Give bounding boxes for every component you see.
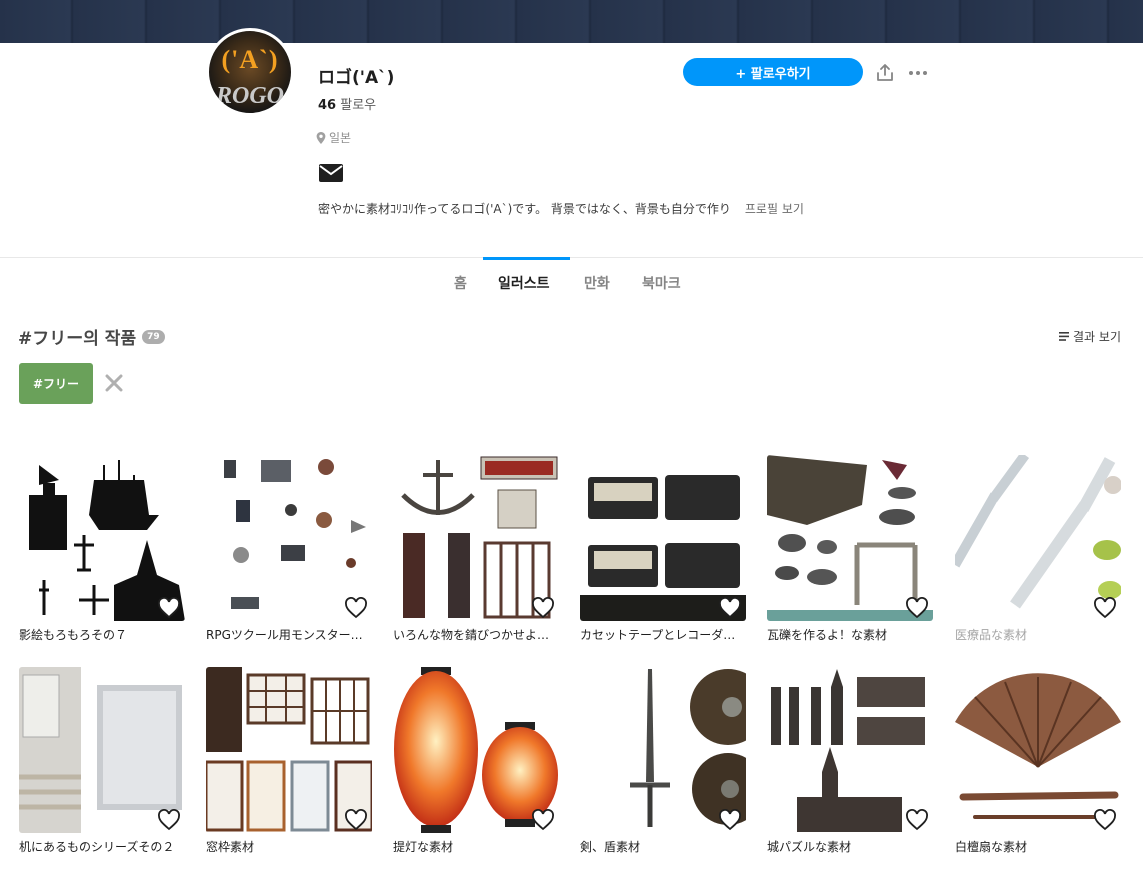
mail-icon[interactable] <box>319 164 343 182</box>
follow-count-number: 46 <box>318 98 337 113</box>
heart-icon[interactable] <box>157 597 181 619</box>
list-icon <box>1059 332 1070 341</box>
work-thumbnail[interactable] <box>19 455 185 621</box>
tab-bookmarks[interactable]: 북마크 <box>642 273 681 293</box>
work-thumbnail[interactable] <box>767 667 933 833</box>
work-card[interactable]: RPGツクール用モンスター素材 <box>206 455 372 643</box>
work-thumbnail[interactable] <box>206 455 372 621</box>
heart-icon[interactable] <box>344 597 368 619</box>
follow-count-label: 팔로우 <box>340 98 377 113</box>
work-title[interactable]: カセットテープとレコーダー素材 <box>580 626 746 643</box>
work-title[interactable]: 机にあるものシリーズその２ <box>19 838 185 855</box>
work-thumbnail[interactable] <box>955 455 1121 621</box>
cover-banner <box>0 0 1143 43</box>
work-thumbnail[interactable] <box>393 455 559 621</box>
work-title[interactable]: 窓枠素材 <box>206 838 372 855</box>
avatar[interactable]: ('A`) ROGO <box>206 28 294 116</box>
heart-icon[interactable] <box>905 597 929 619</box>
share-icon[interactable] <box>875 63 895 83</box>
profile-tabs: 홈 일러스트 만화 북마크 <box>0 258 1143 306</box>
work-title[interactable]: 医療品な素材 <box>955 626 1121 643</box>
work-thumbnail[interactable] <box>206 667 372 833</box>
location: 일본 <box>316 129 351 146</box>
work-thumbnail[interactable] <box>955 667 1121 833</box>
work-count-badge: 79 <box>142 329 165 344</box>
avatar-text-top: ('A`) <box>221 45 279 74</box>
heart-icon[interactable] <box>1093 597 1117 619</box>
heart-icon[interactable] <box>344 809 368 831</box>
close-icon[interactable] <box>104 373 124 393</box>
work-thumbnail[interactable] <box>580 455 746 621</box>
profile-name: ロゴ('A`) <box>318 68 395 88</box>
work-thumbnail[interactable] <box>393 667 559 833</box>
section-title: #フリー의 작품 79 <box>18 324 165 349</box>
work-title[interactable]: RPGツクール用モンスター素材 <box>206 626 372 643</box>
work-card[interactable]: 瓦礫を作るよ！な素材 <box>767 455 933 643</box>
heart-icon[interactable] <box>718 809 742 831</box>
follow-button[interactable]: + 팔로우하기 <box>683 58 863 86</box>
tab-home[interactable]: 홈 <box>454 273 467 293</box>
work-title[interactable]: 白檀扇な素材 <box>955 838 1121 855</box>
work-card[interactable]: 机にあるものシリーズその２ <box>19 667 185 855</box>
tag-filter-chip[interactable]: #フリー <box>19 363 93 404</box>
work-thumbnail[interactable] <box>19 667 185 833</box>
heart-icon[interactable] <box>531 809 555 831</box>
heart-icon[interactable] <box>905 809 929 831</box>
work-title[interactable]: 城パズルな素材 <box>767 838 933 855</box>
profile-bio: 密やかに素材ｺﾘｺﾘ作ってるロゴ('A`)です。 背景ではなく、背景も自分で作り… <box>318 200 804 217</box>
work-card[interactable]: カセットテープとレコーダー素材 <box>580 455 746 643</box>
work-thumbnail[interactable] <box>580 667 746 833</box>
bio-text: 密やかに素材ｺﾘｺﾘ作ってるロゴ('A`)です。 背景ではなく、背景も自分で作り <box>318 202 731 216</box>
work-card[interactable]: 城パズルな素材 <box>767 667 933 855</box>
tab-illustrations[interactable]: 일러스트 <box>498 273 550 293</box>
work-card[interactable]: 窓枠素材 <box>206 667 372 855</box>
work-card[interactable]: 白檀扇な素材 <box>955 667 1121 855</box>
more-options-icon[interactable] <box>908 63 928 83</box>
location-text: 일본 <box>329 131 352 145</box>
result-view-button[interactable]: 결과 보기 <box>1059 328 1121 345</box>
work-card[interactable]: 影絵もろもろその７ <box>19 455 185 643</box>
avatar-text-bottom: ROGO <box>215 83 284 109</box>
work-title[interactable]: 剣、盾素材 <box>580 838 746 855</box>
work-card[interactable]: 剣、盾素材 <box>580 667 746 855</box>
work-title[interactable]: 影絵もろもろその７ <box>19 626 185 643</box>
location-pin-icon <box>316 131 326 144</box>
follow-count[interactable]: 46 팔로우 <box>318 94 376 113</box>
work-title[interactable]: 提灯な素材 <box>393 838 559 855</box>
result-view-label: 결과 보기 <box>1073 330 1121 344</box>
heart-icon[interactable] <box>531 597 555 619</box>
tab-manga[interactable]: 만화 <box>584 273 610 293</box>
work-card[interactable]: 医療品な素材 <box>955 455 1121 643</box>
heart-icon[interactable] <box>1093 809 1117 831</box>
section-title-text: #フリー의 작품 <box>18 329 137 349</box>
work-card[interactable]: いろんな物を錆びつかせよう素材 <box>393 455 559 643</box>
profile-view-link[interactable]: 프로필 보기 <box>745 200 804 217</box>
work-card[interactable]: 提灯な素材 <box>393 667 559 855</box>
heart-icon[interactable] <box>718 597 742 619</box>
work-thumbnail[interactable] <box>767 455 933 621</box>
work-title[interactable]: いろんな物を錆びつかせよう素材 <box>393 626 559 643</box>
work-title[interactable]: 瓦礫を作るよ！な素材 <box>767 626 933 643</box>
heart-icon[interactable] <box>157 809 181 831</box>
